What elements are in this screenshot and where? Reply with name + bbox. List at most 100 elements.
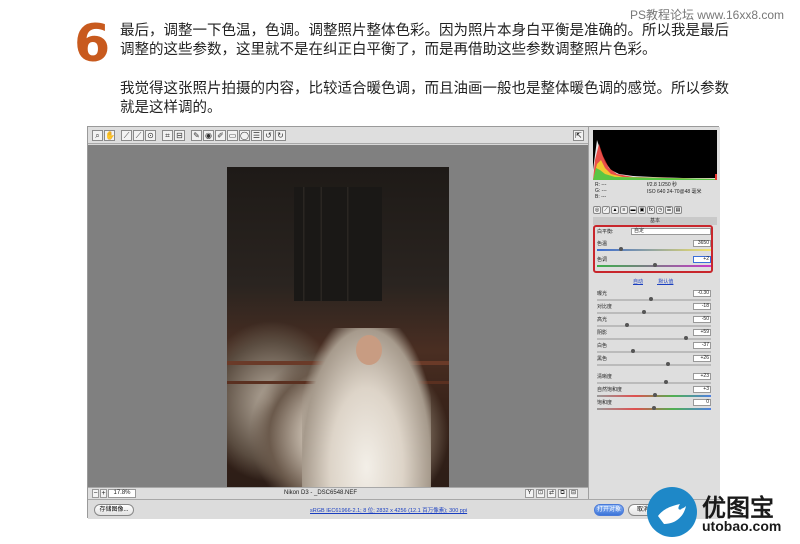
slider-row: 对比度 -18 — [597, 303, 711, 317]
bottom-bar: 存储图像... sRGB IEC61966-2.1; 8 位; 2832 x 4… — [88, 499, 720, 519]
auto-link[interactable]: 自动 — [633, 279, 643, 285]
utobao-logo: 优图宝 utobao.com — [646, 486, 796, 540]
split-toning-tab-icon[interactable]: ▬ — [629, 206, 637, 214]
spot-removal-tool-icon[interactable]: ✎ — [191, 129, 202, 141]
preferences-tool-icon[interactable]: ☰ — [251, 129, 262, 141]
panel-tabs: ◎ ⟋ ▲ ≡ ▬ ▣ fx ◷ ☰ ▤ — [593, 205, 717, 215]
white-balance-select[interactable]: 自定 — [631, 228, 711, 235]
default-link[interactable]: 默认值 — [658, 279, 673, 285]
zoom-tool-icon[interactable]: ⌕ — [92, 129, 103, 141]
red-eye-tool-icon[interactable]: ◉ — [203, 129, 214, 141]
presence-knob[interactable] — [653, 393, 657, 397]
open-object-button[interactable]: 打开对象 — [594, 504, 624, 516]
effects-tab-icon[interactable]: fx — [647, 206, 655, 214]
radial-filter-tool-icon[interactable]: ◯ — [239, 129, 250, 141]
zoom-out-button[interactable]: − — [92, 489, 99, 498]
temperature-label: 色温 — [597, 241, 608, 247]
slider-row: 黑色 +26 — [597, 355, 711, 369]
presence-label: 自然饱和度 — [597, 387, 623, 393]
slider-knob[interactable] — [642, 310, 646, 314]
slider-value[interactable]: -37 — [693, 342, 711, 349]
swap-icon[interactable]: ⇄ — [547, 489, 556, 498]
temperature-value[interactable]: 3650 — [693, 240, 711, 247]
targeted-adjustment-tool-icon[interactable]: ⊙ — [145, 129, 156, 141]
zoom-in-button[interactable]: + — [100, 489, 107, 498]
presence-value[interactable]: +23 — [693, 373, 711, 380]
graduated-filter-tool-icon[interactable]: ▭ — [227, 129, 238, 141]
adjustment-brush-tool-icon[interactable]: ✐ — [215, 129, 226, 141]
slider-row: 高光 -50 — [597, 316, 711, 330]
preview-photo — [227, 167, 449, 502]
detail-tab-icon[interactable]: ▲ — [611, 206, 619, 214]
status-icons: Y ⊡ ⇄ ⧉ ⊟ — [525, 489, 578, 498]
slider-slider[interactable] — [597, 325, 711, 327]
presence-row: 自然饱和度 +3 — [597, 386, 711, 400]
slider-slider[interactable] — [597, 299, 711, 301]
hsl-tab-icon[interactable]: ≡ — [620, 206, 628, 214]
slider-value[interactable]: -0.30 — [693, 290, 711, 297]
fullscreen-toggle-icon[interactable]: ⇱ — [573, 130, 584, 141]
presence-slider[interactable] — [597, 382, 711, 384]
white-balance-label: 白平衡: — [597, 229, 614, 235]
tint-label: 色调 — [597, 257, 608, 263]
slider-label: 白色 — [597, 343, 608, 349]
rotate-right-icon[interactable]: ↻ — [275, 129, 286, 141]
slider-value[interactable]: +26 — [693, 355, 711, 362]
presence-label: 清晰度 — [597, 374, 613, 380]
slider-slider[interactable] — [597, 312, 711, 314]
slider-value[interactable]: +59 — [693, 329, 711, 336]
slider-knob[interactable] — [631, 349, 635, 353]
copy-settings-icon[interactable]: ⧉ — [558, 489, 567, 498]
slider-label: 曝光 — [597, 291, 608, 297]
slider-slider[interactable] — [597, 364, 711, 366]
crop-tool-icon[interactable]: ⌗ — [162, 129, 173, 141]
slider-knob[interactable] — [684, 336, 688, 340]
tone-curve-tab-icon[interactable]: ⟋ — [602, 206, 610, 214]
iso-lens: ISO 640 24-70@48 毫米 — [647, 189, 702, 195]
basic-section-title: 基本 — [593, 217, 717, 225]
presence-knob[interactable] — [664, 380, 668, 384]
slider-slider[interactable] — [597, 351, 711, 353]
slider-value[interactable]: -50 — [693, 316, 711, 323]
temperature-row: 色温 3650 — [597, 240, 711, 254]
before-after-icon[interactable]: ⊡ — [536, 489, 545, 498]
rotate-left-icon[interactable]: ↺ — [263, 129, 274, 141]
tint-value[interactable]: +2 — [693, 256, 711, 263]
filename-label: Nikon D3 - _DSC6548.NEF — [284, 490, 358, 496]
slider-knob[interactable] — [625, 323, 629, 327]
slider-knob[interactable] — [666, 362, 670, 366]
slider-slider[interactable] — [597, 338, 711, 340]
white-balance-tool-icon[interactable]: ⟋ — [121, 129, 132, 141]
camera-calibration-tab-icon[interactable]: ◷ — [656, 206, 664, 214]
lens-tab-icon[interactable]: ▣ — [638, 206, 646, 214]
compare-icon[interactable]: Y — [525, 489, 534, 498]
color-sampler-tool-icon[interactable]: ⟋ — [133, 129, 144, 141]
toggle-view-icon[interactable]: ⊟ — [569, 489, 578, 498]
presence-row: 清晰度 +23 — [597, 373, 711, 387]
zoom-level[interactable]: 17.8% — [108, 489, 136, 498]
camera-raw-window: ⌕ ✋ ⟋ ⟋ ⊙ ⌗ ⊟ ✎ ◉ ✐ ▭ ◯ ☰ ↺ ↻ ⇱ − + 17.8… — [87, 126, 720, 519]
tint-knob[interactable] — [653, 263, 657, 267]
status-bar: − + 17.8% Nikon D3 - _DSC6548.NEF Y ⊡ ⇄ … — [88, 487, 588, 499]
save-image-button[interactable]: 存储图像... — [94, 504, 134, 516]
presence-value[interactable]: +3 — [693, 386, 711, 393]
temperature-slider[interactable] — [597, 249, 711, 251]
basic-tab-icon[interactable]: ◎ — [593, 206, 601, 214]
bird-logo-icon — [647, 487, 697, 537]
logo-url: utobao.com — [702, 518, 782, 534]
presence-knob[interactable] — [652, 406, 656, 410]
tint-row: 色调 +2 — [597, 256, 711, 270]
straighten-tool-icon[interactable]: ⊟ — [174, 129, 185, 141]
workflow-options-link[interactable]: sRGB IEC61966-2.1; 8 位; 2832 x 4256 (12.… — [310, 506, 467, 514]
slider-value[interactable]: -18 — [693, 303, 711, 310]
histogram — [593, 130, 717, 180]
auto-default-links: 自动 默认值 — [633, 278, 687, 285]
slider-knob[interactable] — [649, 297, 653, 301]
presence-label: 饱和度 — [597, 400, 613, 406]
snapshots-tab-icon[interactable]: ▤ — [674, 206, 682, 214]
presence-value[interactable]: 0 — [693, 399, 711, 406]
temperature-knob[interactable] — [619, 247, 623, 251]
hand-tool-icon[interactable]: ✋ — [104, 129, 115, 141]
preview-canvas — [88, 145, 588, 502]
presets-tab-icon[interactable]: ☰ — [665, 206, 673, 214]
